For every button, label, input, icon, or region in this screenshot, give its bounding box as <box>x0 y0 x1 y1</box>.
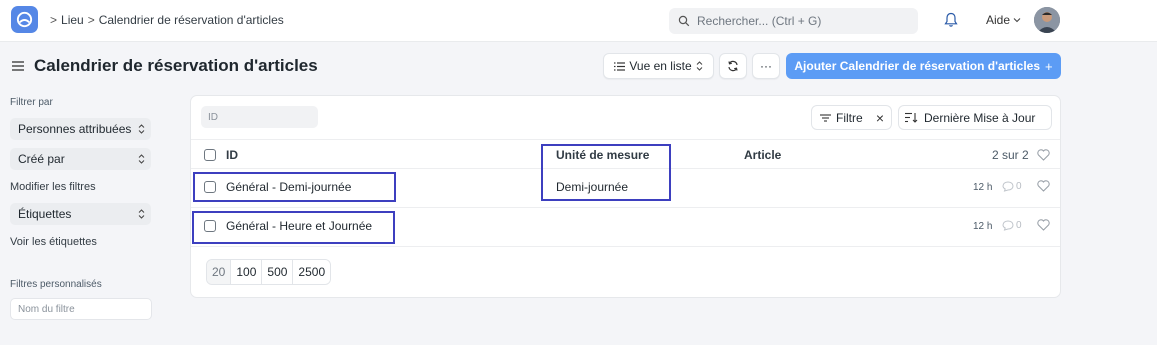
search-placeholder: Rechercher... (Ctrl + G) <box>697 14 822 28</box>
chevron-up-down-icon <box>696 61 702 71</box>
divider <box>191 246 1060 247</box>
more-label: ··· <box>760 59 772 73</box>
chevron-up-down-icon <box>138 124 145 134</box>
comment-icon <box>1002 220 1014 231</box>
comment-icon <box>1002 181 1014 192</box>
more-actions-button[interactable]: ··· <box>752 53 780 79</box>
page-size-20[interactable]: 20 <box>207 260 232 284</box>
divider <box>191 207 1060 208</box>
refresh-button[interactable] <box>719 53 747 79</box>
breadcrumb: > Lieu > Calendrier de réservation d'art… <box>50 13 284 27</box>
help-label: Aide <box>986 13 1011 27</box>
page-header: Calendrier de réservation d'articles Vue… <box>0 42 1157 92</box>
page-size-2500[interactable]: 2500 <box>293 260 331 284</box>
filter-by-label: Filtrer par <box>10 97 53 108</box>
chevron-down-icon <box>1013 18 1021 23</box>
help-menu[interactable]: Aide <box>986 13 1021 27</box>
select-all-checkbox[interactable] <box>204 149 216 161</box>
id-filter-input[interactable]: ID <box>201 106 318 128</box>
list-icon <box>614 61 626 71</box>
add-record-button[interactable]: Ajouter Calendrier de réservation d'arti… <box>786 53 1061 79</box>
filter-name-input[interactable]: Nom du filtre <box>10 298 152 320</box>
comment-count-value: 0 <box>1016 181 1022 192</box>
filter-name-placeholder: Nom du filtre <box>18 303 75 315</box>
sort-label: Dernière Mise à Jour <box>924 110 1036 125</box>
created-by-label: Créé par <box>18 152 65 166</box>
created-by-filter[interactable]: Créé par <box>10 148 151 170</box>
bell-icon[interactable] <box>944 12 958 28</box>
divider <box>191 139 1060 140</box>
custom-filters-label: Filtres personnalisés <box>10 279 102 290</box>
id-filter-placeholder: ID <box>208 111 218 123</box>
row-modified-time: 12 h <box>973 182 993 193</box>
filter-button[interactable]: Filtre × <box>811 105 892 130</box>
filter-label: Filtre <box>836 110 863 125</box>
breadcrumb-current[interactable]: Calendrier de réservation d'articles <box>99 13 284 27</box>
plus-icon: + <box>1045 58 1053 74</box>
breadcrumb-lieu[interactable]: Lieu <box>61 13 84 27</box>
record-count: 2 sur 2 <box>992 148 1029 162</box>
hamburger-icon[interactable] <box>12 61 24 71</box>
highlight-box-row-2 <box>192 211 395 244</box>
assigned-to-label: Personnes attribuées <box>18 122 132 136</box>
comment-count[interactable]: 0 <box>1002 181 1022 192</box>
clear-filter-icon[interactable]: × <box>876 110 884 126</box>
highlight-box-row-1 <box>193 172 396 202</box>
refresh-icon <box>728 60 738 72</box>
tags-filter[interactable]: Étiquettes <box>10 203 151 225</box>
heart-icon[interactable] <box>1037 149 1050 161</box>
add-record-label: Ajouter Calendrier de réservation d'arti… <box>794 59 1040 73</box>
page-title: Calendrier de réservation d'articles <box>34 56 318 75</box>
assigned-to-filter[interactable]: Personnes attribuées <box>10 118 151 140</box>
column-header-id[interactable]: ID <box>226 148 238 162</box>
view-switcher-label: Vue en liste <box>629 59 692 73</box>
heart-icon[interactable] <box>1037 219 1050 231</box>
page-size-selector: 20 100 500 2500 <box>206 259 332 285</box>
search-icon <box>678 15 690 27</box>
column-header-article[interactable]: Article <box>744 148 781 162</box>
show-tags-link[interactable]: Voir les étiquettes <box>10 236 97 248</box>
chevron-up-down-icon <box>138 209 145 219</box>
view-switcher-button[interactable]: Vue en liste <box>603 53 714 79</box>
filter-icon <box>820 113 831 122</box>
highlight-box-uom <box>541 144 671 201</box>
search-input[interactable]: Rechercher... (Ctrl + G) <box>669 8 918 34</box>
page-size-100[interactable]: 100 <box>231 260 263 284</box>
breadcrumb-separator: > <box>50 13 58 27</box>
sort-button[interactable]: Dernière Mise à Jour <box>898 105 1052 130</box>
comment-count[interactable]: 0 <box>1002 220 1022 231</box>
page-size-500[interactable]: 500 <box>262 260 294 284</box>
row-modified-time: 12 h <box>973 221 993 232</box>
avatar[interactable] <box>1034 7 1060 33</box>
navbar: > Lieu > Calendrier de réservation d'art… <box>0 0 1157 42</box>
tags-label: Étiquettes <box>18 207 72 221</box>
app-logo[interactable] <box>11 6 38 33</box>
edit-filters-link[interactable]: Modifier les filtres <box>10 181 96 193</box>
sort-icon <box>905 112 918 123</box>
chevron-up-down-icon <box>138 154 145 164</box>
heart-icon[interactable] <box>1037 180 1050 192</box>
breadcrumb-separator: > <box>87 13 95 27</box>
comment-count-value: 0 <box>1016 220 1022 231</box>
